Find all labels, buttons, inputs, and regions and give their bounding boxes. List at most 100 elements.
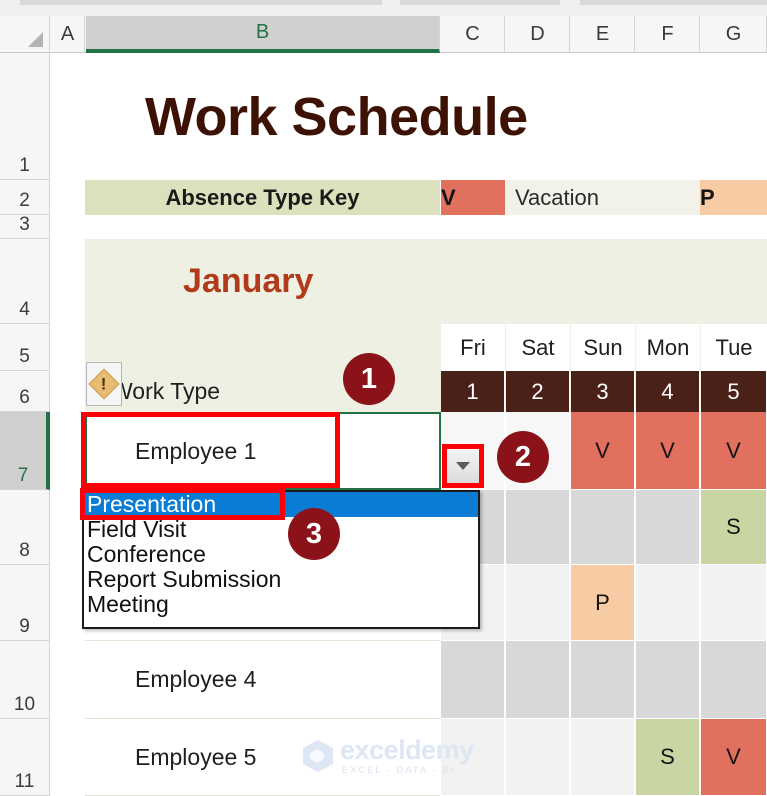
schedule-cell-r8-c5-text: S <box>726 514 741 539</box>
schedule-cell-r8-c2[interactable] <box>506 490 570 565</box>
absence-key-code-p-text: P <box>700 184 715 210</box>
chevron-down-icon <box>456 462 470 470</box>
schedule-cell-r10-c2[interactable] <box>506 641 570 719</box>
row-header-5[interactable]: 5 <box>0 324 50 371</box>
column-header-b[interactable]: B <box>86 16 440 53</box>
work-type-header-text: Work Type <box>111 378 221 404</box>
dropdown-option-field-visit[interactable]: Field Visit <box>84 517 478 542</box>
row-header-7-label: 7 <box>17 465 29 486</box>
day-name-fri-text: Fri <box>460 334 486 360</box>
data-validation-dropdown-list[interactable]: Presentation Field Visit Conference Repo… <box>82 490 480 629</box>
step-badge-1-number: 1 <box>360 362 378 395</box>
row-header-5-label: 5 <box>19 346 30 367</box>
row-header-9-label: 9 <box>19 616 30 637</box>
schedule-cell-r7-c3[interactable]: V <box>571 412 635 490</box>
select-all-corner[interactable] <box>0 16 50 53</box>
column-header-d[interactable]: D <box>506 16 570 53</box>
row-header-2-label: 2 <box>19 190 30 211</box>
schedule-cell-r11-c3[interactable] <box>571 719 635 796</box>
day-name-fri: Fri <box>441 324 505 371</box>
row-header-11-label: 11 <box>14 771 35 792</box>
column-header-d-label: D <box>530 22 545 45</box>
dropdown-option-meeting[interactable]: Meeting <box>84 592 478 617</box>
schedule-cell-r8-c4[interactable] <box>636 490 700 565</box>
date-number-5: 5 <box>701 371 767 412</box>
schedule-cell-r7-c3-text: V <box>595 437 610 463</box>
schedule-cell-r11-c1[interactable] <box>441 719 505 796</box>
column-header-b-label: B <box>255 21 270 43</box>
schedule-cell-r8-c5[interactable]: S <box>701 490 767 565</box>
row-header-3[interactable]: 3 <box>0 214 50 239</box>
selected-cell-b7-value-text: Employee 1 <box>135 437 257 464</box>
absence-key-code-p: P <box>700 180 767 215</box>
schedule-cell-r9-c4[interactable] <box>636 565 700 641</box>
row-header-6[interactable]: 6 <box>0 371 50 412</box>
schedule-cell-r10-c3[interactable] <box>571 641 635 719</box>
schedule-cell-r11-c4-text: S <box>660 744 675 769</box>
day-name-sat: Sat <box>506 324 570 371</box>
schedule-cell-r10-c1[interactable] <box>441 641 505 719</box>
ribbon-segment <box>162 0 382 5</box>
column-header-e[interactable]: E <box>571 16 635 53</box>
validation-warning-icon[interactable]: ! <box>86 362 122 406</box>
month-title-text: January <box>183 262 314 300</box>
row-header-8[interactable]: 8 <box>0 490 50 565</box>
schedule-cell-r7-c5[interactable]: V <box>701 412 767 490</box>
schedule-cell-r9-c3[interactable]: P <box>571 565 635 641</box>
dropdown-option-presentation[interactable]: Presentation <box>84 492 478 517</box>
date-number-2: 2 <box>506 371 570 412</box>
dropdown-option-conference-label: Conference <box>87 541 206 567</box>
employee-name-row-10[interactable]: Employee 4 <box>85 641 440 719</box>
ribbon-segment <box>20 0 180 5</box>
column-header-e-label: E <box>595 22 610 45</box>
row-header-9[interactable]: 9 <box>0 565 50 641</box>
date-number-3-text: 3 <box>596 378 609 404</box>
schedule-cell-r7-c5-text: V <box>726 437 741 463</box>
worksheet-title-text: Work Schedule <box>145 86 528 147</box>
row-header-4[interactable]: 4 <box>0 239 50 324</box>
column-header-g[interactable]: G <box>701 16 767 53</box>
date-number-1: 1 <box>441 371 505 412</box>
row-header-11[interactable]: 11 <box>0 719 50 796</box>
date-number-5-text: 5 <box>727 378 740 404</box>
data-validation-dropdown-arrow-button[interactable] <box>446 448 480 484</box>
ribbon-segment <box>400 0 560 5</box>
select-all-triangle-icon <box>28 32 43 47</box>
schedule-cell-r8-c3[interactable] <box>571 490 635 565</box>
schedule-cell-r9-c2[interactable] <box>506 565 570 641</box>
row-header-3-label: 3 <box>19 214 30 235</box>
column-header-c-label: C <box>465 22 480 45</box>
row-header-2[interactable]: 2 <box>0 180 50 215</box>
column-header-c[interactable]: C <box>441 16 505 53</box>
column-header-a-label: A <box>60 22 75 45</box>
column-header-f[interactable]: F <box>636 16 700 53</box>
row-header-1[interactable]: 1 <box>0 53 50 180</box>
schedule-cell-r11-c5-text: V <box>726 744 741 769</box>
dropdown-option-report-submission[interactable]: Report Submission <box>84 567 478 592</box>
excel-worksheet-screenshot: A B C D E F G 1 2 3 4 5 6 7 8 9 10 11 Wo… <box>0 0 767 796</box>
schedule-cell-r11-c5[interactable]: V <box>701 719 767 796</box>
schedule-cell-r11-c4[interactable]: S <box>636 719 700 796</box>
employee-name-row-11[interactable]: Employee 5 <box>85 719 440 796</box>
row-header-4-label: 4 <box>19 299 30 320</box>
schedule-cell-r10-c4[interactable] <box>636 641 700 719</box>
schedule-cell-r7-c4[interactable]: V <box>636 412 700 490</box>
schedule-cell-r11-c2[interactable] <box>506 719 570 796</box>
column-header-a[interactable]: A <box>51 16 85 53</box>
employee-name-row-10-text: Employee 4 <box>135 666 257 692</box>
row-header-10[interactable]: 10 <box>0 641 50 719</box>
date-number-4: 4 <box>636 371 700 412</box>
day-name-tue: Tue <box>701 324 767 371</box>
schedule-cell-r10-c5[interactable] <box>701 641 767 719</box>
date-number-3: 3 <box>571 371 635 412</box>
day-name-sat-text: Sat <box>521 334 555 360</box>
date-number-1-text: 1 <box>466 378 479 404</box>
dropdown-option-conference[interactable]: Conference <box>84 542 478 567</box>
absence-key-meaning-vacation-text: Vacation <box>515 184 599 210</box>
dropdown-option-presentation-label: Presentation <box>87 491 217 517</box>
absence-key-label-text: Absence Type Key <box>165 184 360 210</box>
dropdown-option-report-submission-label: Report Submission <box>87 566 282 592</box>
absence-key-label: Absence Type Key <box>85 180 440 215</box>
row-header-7[interactable]: 7 <box>0 412 50 490</box>
schedule-cell-r9-c5[interactable] <box>701 565 767 641</box>
